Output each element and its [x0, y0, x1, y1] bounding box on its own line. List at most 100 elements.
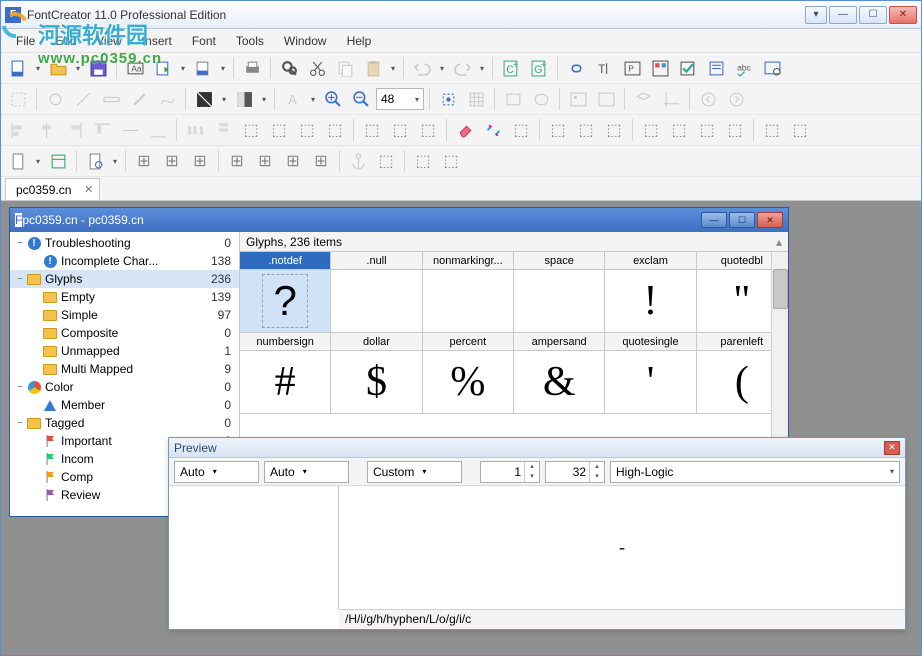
- text-tool-button[interactable]: T: [591, 55, 617, 81]
- close-button[interactable]: ✕: [889, 6, 917, 24]
- new-doc-button[interactable]: [5, 148, 31, 174]
- toolbar-grid: ▾ ▾ ⊞ ⊞ ⊞ ⊞ ⊞ ⊞ ⊞ ⬚ ⬚ ⬚: [1, 146, 921, 177]
- cut-button[interactable]: [304, 55, 330, 81]
- caption-button[interactable]: Aa: [122, 55, 148, 81]
- fill-mode-button[interactable]: [231, 86, 257, 112]
- glyph-cell[interactable]: numbersign#: [240, 333, 331, 414]
- add-glyph-button[interactable]: G+: [526, 55, 552, 81]
- menu-insert[interactable]: Insert: [133, 32, 181, 50]
- tree-item[interactable]: −!Troubleshooting0: [10, 234, 239, 252]
- glyph-cell[interactable]: exclam!: [605, 252, 696, 333]
- preview-rendered-glyph: -: [619, 537, 625, 558]
- paste-button: [360, 55, 386, 81]
- tree-item[interactable]: Multi Mapped9: [10, 360, 239, 378]
- measure-tool: [98, 86, 124, 112]
- preview-statusbar: /H/i/g/h/hyphen/L/o/g/i/c: [339, 609, 905, 629]
- svg-text:P: P: [628, 63, 634, 73]
- tree-item[interactable]: !Incomplete Char...138: [10, 252, 239, 270]
- menu-font[interactable]: Font: [183, 32, 225, 50]
- glyph-cell[interactable]: dollar$: [331, 333, 422, 414]
- tree-item[interactable]: −Tagged0: [10, 414, 239, 432]
- child-minimize-button[interactable]: —: [701, 212, 727, 228]
- menu-window[interactable]: Window: [275, 32, 336, 50]
- child-title: pc0359.cn - pc0359.cn: [22, 213, 699, 227]
- fit-button[interactable]: [435, 86, 461, 112]
- install-dropdown[interactable]: ▾: [218, 64, 228, 73]
- glyph-cell[interactable]: space: [514, 252, 605, 333]
- view-list-button[interactable]: [45, 148, 71, 174]
- glyph-cell[interactable]: quotesingle': [605, 333, 696, 414]
- print-button[interactable]: [239, 55, 265, 81]
- menu-view[interactable]: View: [87, 32, 131, 50]
- preview-mode1-combo[interactable]: Auto▾: [174, 461, 259, 483]
- save-button[interactable]: [85, 55, 111, 81]
- grid-snap-button: [463, 86, 489, 112]
- break-button[interactable]: [480, 117, 506, 143]
- maximize-button[interactable]: ☐: [859, 6, 887, 24]
- link-button[interactable]: [563, 55, 589, 81]
- palette-button[interactable]: [647, 55, 673, 81]
- flip-v-button: ⬚: [573, 117, 599, 143]
- glyph-grid[interactable]: .notdef?.nullnonmarkingr...spaceexclam!q…: [240, 252, 788, 414]
- new-font-button[interactable]: [5, 55, 31, 81]
- zoom-out-button[interactable]: [348, 86, 374, 112]
- zoom-combo[interactable]: 48▾: [376, 88, 424, 110]
- open-button[interactable]: [45, 55, 71, 81]
- guides-button: [658, 86, 684, 112]
- preview-size2-spinner[interactable]: 32▴▾: [545, 461, 605, 483]
- minimize-button[interactable]: —: [829, 6, 857, 24]
- export-dropdown[interactable]: ▾: [178, 64, 188, 73]
- menu-edit[interactable]: Edit: [46, 32, 85, 50]
- preview-script-combo[interactable]: Custom▾: [367, 461, 462, 483]
- child-maximize-button[interactable]: ☐: [729, 212, 755, 228]
- align-right-button: [61, 117, 87, 143]
- web-preview-button[interactable]: [759, 55, 785, 81]
- color-mode-button[interactable]: [191, 86, 217, 112]
- preview-titlebar[interactable]: Preview ✕: [169, 438, 905, 458]
- close-tab-icon[interactable]: ✕: [84, 183, 93, 196]
- tree-item[interactable]: Empty139: [10, 288, 239, 306]
- help-button[interactable]: ▾: [805, 6, 827, 24]
- group-button: ⬚: [359, 117, 385, 143]
- menu-help[interactable]: Help: [338, 32, 381, 50]
- spell-button[interactable]: abc: [731, 55, 757, 81]
- properties-button[interactable]: [703, 55, 729, 81]
- select-tool: [5, 86, 31, 112]
- preview-text-input[interactable]: High-Logic▾: [610, 461, 900, 483]
- zoom-in-button[interactable]: [320, 86, 346, 112]
- preview-close-button[interactable]: ✕: [884, 441, 900, 455]
- preview-mode2-combo[interactable]: Auto▾: [264, 461, 349, 483]
- glyph-cell[interactable]: ampersand&: [514, 333, 605, 414]
- glyph-cell[interactable]: .notdef?: [240, 252, 331, 333]
- validate-button[interactable]: [675, 55, 701, 81]
- add-char-button[interactable]: C+: [498, 55, 524, 81]
- anchor-button: [345, 148, 371, 174]
- eraser-button[interactable]: [452, 117, 478, 143]
- glyph-cell[interactable]: percent%: [423, 333, 514, 414]
- tree-item[interactable]: Simple97: [10, 306, 239, 324]
- new-dropdown[interactable]: ▾: [33, 64, 43, 73]
- open-dropdown[interactable]: ▾: [73, 64, 83, 73]
- order-fwd-button: ⬚: [694, 117, 720, 143]
- child-close-button[interactable]: ✕: [757, 212, 783, 228]
- document-tab[interactable]: pc0359.cn ✕: [5, 178, 100, 200]
- glyph-cell[interactable]: nonmarkingr...: [423, 252, 514, 333]
- install-button[interactable]: [190, 55, 216, 81]
- glyph-header-scroll-icon[interactable]: ▴: [776, 235, 782, 249]
- undo-button: [409, 55, 435, 81]
- preview-panel-button[interactable]: P: [619, 55, 645, 81]
- tree-item[interactable]: Unmapped1: [10, 342, 239, 360]
- menu-tools[interactable]: Tools: [227, 32, 273, 50]
- menu-file[interactable]: File: [7, 32, 44, 50]
- tree-item[interactable]: −Color0: [10, 378, 239, 396]
- tree-item[interactable]: −Glyphs236: [10, 270, 239, 288]
- preview-sidebar-list[interactable]: [169, 486, 339, 609]
- tree-item[interactable]: Member0: [10, 396, 239, 414]
- svg-text:A: A: [288, 91, 297, 106]
- preview-size1-spinner[interactable]: 1▴▾: [480, 461, 540, 483]
- tree-item[interactable]: Composite0: [10, 324, 239, 342]
- find-button[interactable]: [276, 55, 302, 81]
- export-button[interactable]: [150, 55, 176, 81]
- doc-props-button[interactable]: [82, 148, 108, 174]
- glyph-cell[interactable]: .null: [331, 252, 422, 333]
